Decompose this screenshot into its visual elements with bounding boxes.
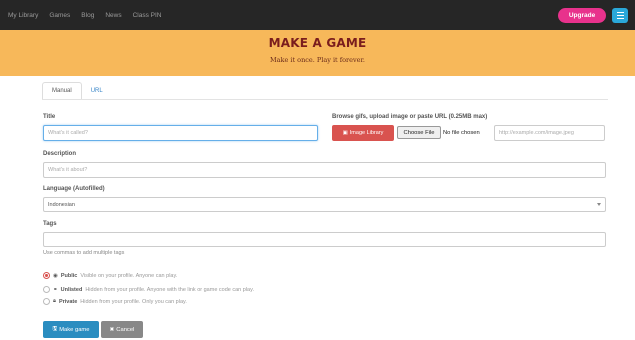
choose-file-button[interactable]: Choose File	[397, 126, 441, 139]
tab-url[interactable]: URL	[82, 82, 112, 100]
radio-private[interactable]	[43, 298, 50, 305]
language-select[interactable]: Indonesian	[43, 197, 606, 212]
language-value: Indonesian	[48, 201, 75, 208]
description-label: Description	[43, 151, 77, 157]
hamburger-menu-icon[interactable]	[612, 8, 628, 23]
radio-unlisted[interactable]	[43, 286, 50, 293]
title-placeholder: What's it called?	[48, 130, 88, 136]
make-game-button[interactable]: 🖫︎ Make game	[43, 321, 99, 338]
visibility-option-unlisted[interactable]: ⚭ Unlisted Hidden from your profile. Any…	[43, 285, 254, 294]
link-icon: ⚭	[53, 286, 58, 293]
page-subtitle: Make it once. Play it forever.	[270, 56, 365, 64]
private-label: Private	[58, 298, 78, 305]
unlisted-description: Hidden from your profile. Anyone with th…	[85, 286, 254, 293]
chevron-down-icon	[597, 203, 601, 206]
image-label: Browse gifs, upload image or paste URL (…	[332, 114, 488, 120]
close-icon: ✖	[109, 326, 115, 333]
nav-link-games[interactable]: Games	[49, 12, 70, 19]
upgrade-button[interactable]: Upgrade	[558, 8, 606, 23]
image-library-label: Image Library	[349, 130, 384, 136]
nav-link-blog[interactable]: Blog	[81, 12, 94, 19]
title-input[interactable]: What's it called?	[43, 125, 318, 141]
tags-label: Tags	[43, 221, 57, 227]
public-description: Visible on your profile. Anyone can play…	[80, 272, 178, 279]
public-label: Public	[60, 272, 78, 279]
visibility-option-private[interactable]: 🔒︎ Private Hidden from your profile. Onl…	[43, 297, 187, 306]
nav-links: My Library Games Blog News Class PIN	[8, 0, 161, 30]
cancel-label: Cancel	[116, 326, 135, 333]
image-url-input[interactable]: http://example.com/image.jpeg	[494, 125, 605, 141]
language-label: Language (Autofilled)	[43, 186, 105, 192]
tab-divider	[42, 99, 608, 100]
description-input[interactable]: What's it about?	[43, 162, 606, 178]
top-nav-bar: My Library Games Blog News Class PIN Upg…	[0, 0, 635, 30]
private-description: Hidden from your profile. Only you can p…	[80, 298, 187, 305]
page-title: MAKE A GAME	[268, 36, 367, 50]
save-icon: 🖫︎	[52, 326, 58, 332]
description-placeholder: What's it about?	[48, 167, 88, 173]
image-url-placeholder: http://example.com/image.jpeg	[499, 130, 574, 136]
nav-link-class-pin[interactable]: Class PIN	[133, 12, 162, 19]
title-label: Title	[43, 114, 56, 120]
eye-icon: ◉	[53, 272, 58, 279]
tags-input[interactable]	[43, 232, 606, 247]
tags-help-text: Use commas to add multiple tags	[43, 250, 125, 256]
visibility-option-public[interactable]: ◉ Public Visible on your profile. Anyone…	[43, 271, 177, 280]
unlisted-label: Unlisted	[60, 286, 83, 293]
tab-manual[interactable]: Manual	[42, 82, 82, 100]
image-library-button[interactable]: ▣ Image Library	[332, 125, 394, 141]
radio-public[interactable]	[43, 272, 50, 279]
file-status: No file chosen	[443, 129, 480, 136]
page-banner: MAKE A GAME Make it once. Play it foreve…	[0, 30, 635, 76]
image-icon: ▣	[342, 130, 348, 136]
cancel-button[interactable]: ✖ Cancel	[101, 321, 143, 338]
lock-icon: 🔒︎	[53, 298, 56, 304]
make-game-label: Make game	[59, 326, 90, 333]
nav-link-news[interactable]: News	[105, 12, 121, 19]
tab-bar: Manual URL	[42, 82, 112, 100]
nav-link-my-library[interactable]: My Library	[8, 12, 38, 19]
